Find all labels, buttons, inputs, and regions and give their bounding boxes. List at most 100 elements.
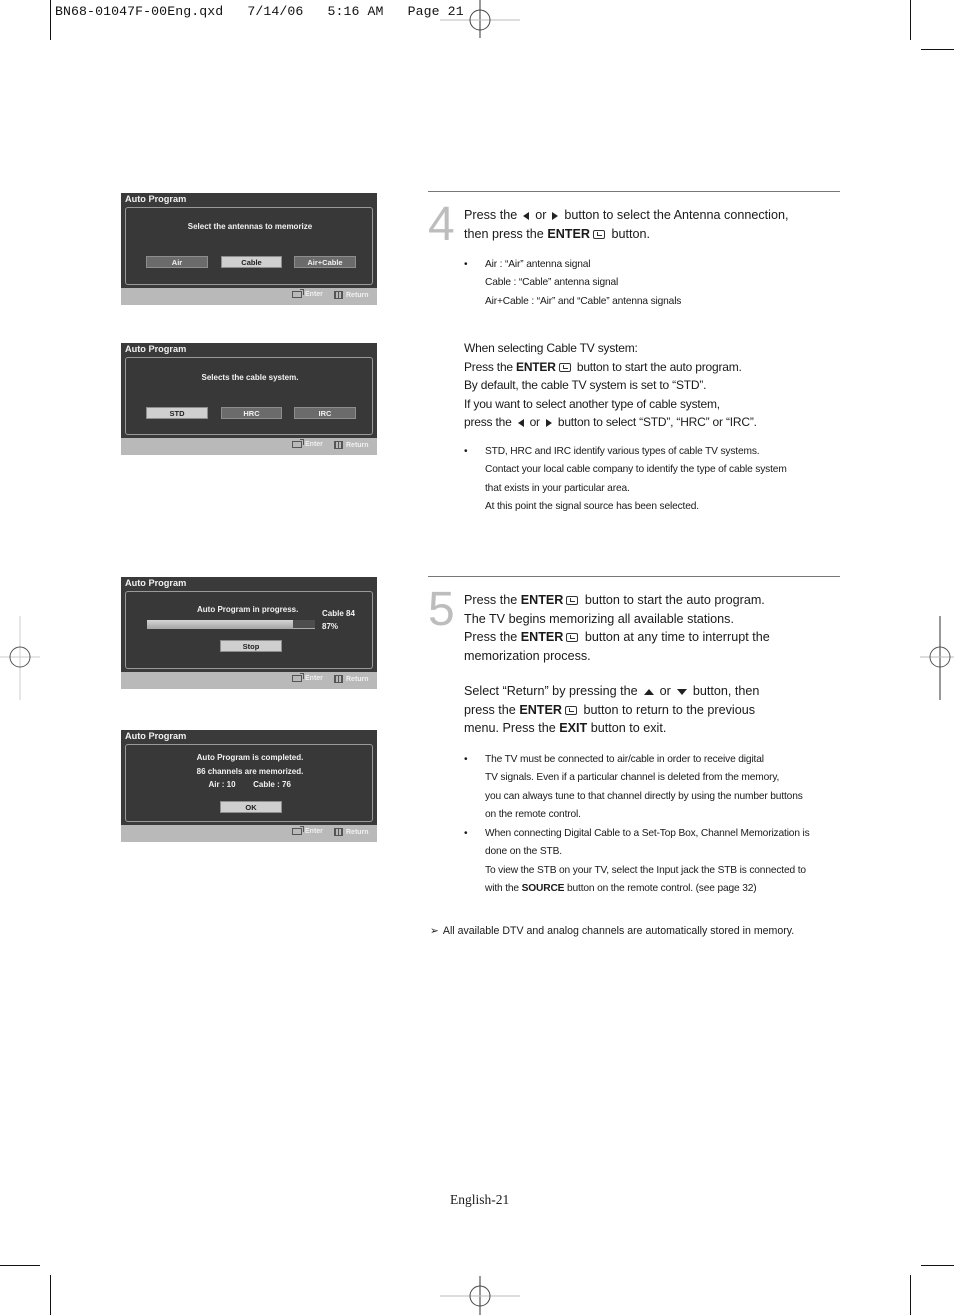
- text: Press the: [464, 208, 518, 222]
- enter-icon: [292, 289, 304, 298]
- text: The TV begins memorizing all available s…: [464, 611, 734, 626]
- osd-antenna-select: Auto Program Select the antennas to memo…: [121, 193, 377, 305]
- osd-body: Auto Program Auto Program in progress. C…: [121, 577, 377, 672]
- bullet-line: Air : “Air” antenna signal: [485, 259, 591, 270]
- section-rule: [428, 576, 840, 577]
- return-icon: [334, 291, 343, 299]
- step-number: 5: [428, 583, 455, 636]
- enter-hint: Enter: [292, 439, 323, 448]
- bullet-line: STD, HRC and IRC identify various types …: [485, 446, 760, 457]
- option-air[interactable]: Air: [146, 256, 208, 268]
- cable-count: Cable : 76: [253, 780, 291, 789]
- step-number: 4: [428, 198, 455, 251]
- right-arrow-icon: [545, 419, 552, 428]
- text: Select “Return” by pressing the: [464, 684, 638, 698]
- osd-title: Auto Program: [125, 344, 187, 354]
- return-label: Return: [346, 675, 369, 683]
- up-arrow-icon: [643, 688, 654, 695]
- option-irc[interactable]: IRC: [294, 407, 356, 419]
- osd-footer: Enter Return: [121, 288, 377, 305]
- enter-hint: Enter: [292, 826, 323, 835]
- memory-note: ➢ All available DTV and analog channels a…: [430, 925, 794, 937]
- text: with the: [485, 882, 519, 894]
- ok-button[interactable]: OK: [220, 801, 282, 813]
- osd-body: Auto Program Select the antennas to memo…: [121, 193, 377, 288]
- text: Press the: [464, 359, 513, 374]
- osd-message: Select the antennas to memorize: [187, 222, 313, 231]
- enter-label: Enter: [305, 675, 323, 682]
- registration-mark-left: [0, 616, 42, 700]
- bullet: •: [464, 259, 468, 270]
- return-label: Return: [346, 828, 369, 836]
- osd-footer: Enter Return: [121, 825, 377, 842]
- text: By default, the cable TV system is set t…: [464, 378, 707, 393]
- return-label: Return: [346, 291, 369, 299]
- enter-hint: Enter: [292, 289, 323, 298]
- enter-key-label: ENTER: [547, 226, 590, 241]
- option-hrc[interactable]: HRC: [221, 407, 282, 419]
- text: or: [659, 684, 671, 698]
- crop-mark: [910, 1275, 911, 1315]
- step5-bullet-2: • When connecting Digital Cable to a Set…: [464, 825, 810, 898]
- stop-button[interactable]: Stop: [220, 640, 282, 652]
- step5-instruction: Press the ENTER button to start the auto…: [464, 591, 770, 665]
- return-icon: [334, 441, 343, 449]
- osd-panel: Auto Program is completed. 86 channels a…: [125, 744, 373, 822]
- option-cable[interactable]: Cable: [221, 256, 282, 268]
- channel-label: Cable 84: [322, 609, 355, 618]
- left-arrow-icon: [517, 419, 524, 428]
- text: button to start the auto program.: [576, 359, 742, 374]
- text: If you want to select another type of ca…: [464, 396, 720, 411]
- osd-panel: Selects the cable system. STD HRC IRC: [125, 357, 373, 435]
- osd-panel: Auto Program in progress. Cable 84 87% S…: [125, 591, 373, 669]
- osd-title: Auto Program: [125, 731, 187, 741]
- crop-mark: [0, 49, 40, 50]
- right-arrow-icon: [552, 211, 559, 220]
- osd-footer: Enter Return: [121, 672, 377, 689]
- text: or: [529, 415, 540, 430]
- enter-label: Enter: [305, 441, 323, 448]
- crop-mark: [910, 0, 911, 40]
- bullet-line: The TV must be connected to air/cable in…: [485, 754, 764, 765]
- return-hint: Return: [334, 441, 369, 449]
- section-rule: [428, 191, 840, 192]
- source-key-label: SOURCE: [521, 882, 565, 894]
- return-hint: Return: [334, 291, 369, 299]
- bullet-line: When connecting Digital Cable to a Set-T…: [485, 828, 810, 839]
- complete-message: Auto Program is completed.: [196, 753, 304, 762]
- text: button to exit.: [590, 721, 667, 736]
- text: press the: [464, 702, 516, 717]
- enter-icon: [565, 705, 577, 715]
- return-hint: Return: [334, 675, 369, 683]
- bullet-line: that exists in your particular area.: [485, 482, 630, 494]
- crop-mark: [921, 1265, 954, 1266]
- bullet-line: To view the STB on your TV, select the I…: [485, 864, 806, 876]
- enter-key-label: ENTER: [520, 593, 564, 607]
- enter-icon: [566, 596, 579, 605]
- return-icon: [334, 675, 343, 683]
- text: button to select the Antenna connection,: [564, 208, 789, 222]
- bullet-line: done on the STB.: [485, 846, 562, 858]
- enter-icon: [292, 826, 304, 835]
- channels-memorized: 86 channels are memorized.: [196, 767, 304, 776]
- exit-key-label: EXIT: [559, 721, 588, 736]
- text: button to start the auto program.: [584, 593, 765, 607]
- text: button to select “STD”, “HRC” or “IRC”.: [557, 415, 757, 430]
- bullet-line: you can always tune to that channel dire…: [485, 790, 803, 802]
- text: button.: [611, 226, 651, 241]
- option-std[interactable]: STD: [146, 407, 208, 419]
- enter-icon: [292, 439, 304, 448]
- text: button, then: [692, 684, 760, 698]
- cable-system-instructions: When selecting Cable TV system: Press th…: [464, 339, 757, 432]
- option-air-cable[interactable]: Air+Cable: [294, 256, 356, 268]
- percent-label: 87%: [322, 622, 339, 631]
- crop-mark: [921, 49, 954, 50]
- enter-label: Enter: [305, 828, 323, 835]
- text: or: [535, 208, 547, 222]
- bullet: •: [464, 754, 468, 765]
- bullet-line: Air+Cable : “Air” and “Cable” antenna si…: [485, 295, 682, 307]
- return-hint: Return: [334, 828, 369, 836]
- progress-bar: [147, 620, 315, 629]
- bullet-line: Contact your local cable company to iden…: [485, 464, 787, 476]
- text: menu. Press the: [464, 721, 556, 736]
